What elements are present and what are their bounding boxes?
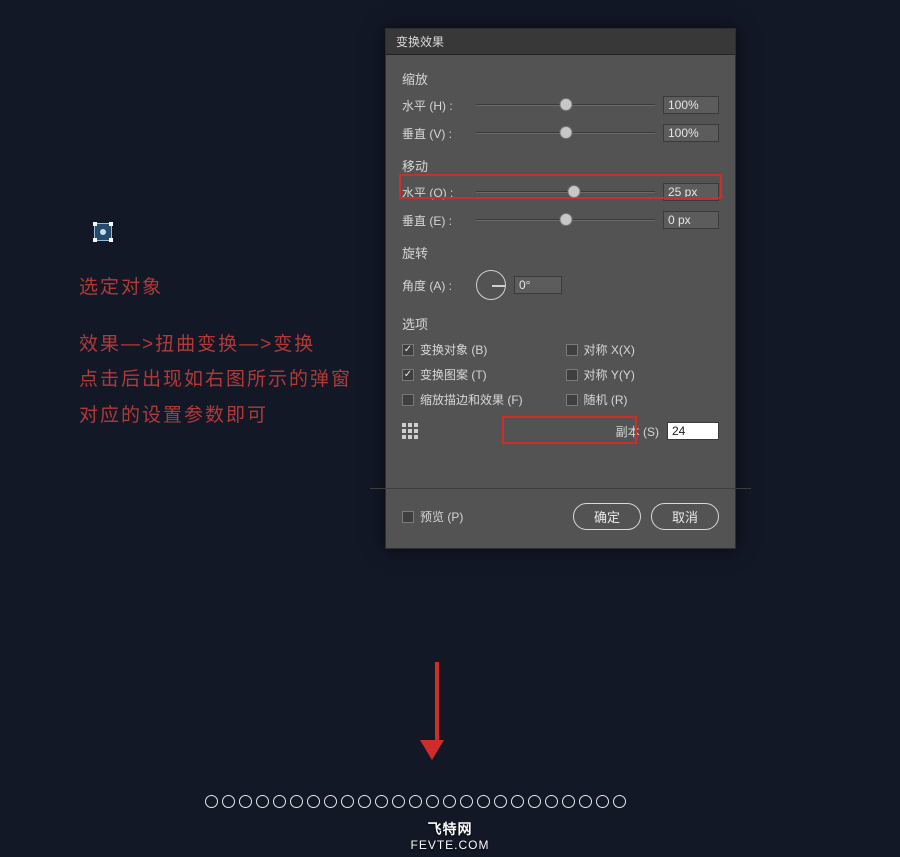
divider [370, 488, 751, 489]
annot-params: 对应的设置参数即可 [79, 400, 268, 427]
scale-h-input[interactable] [663, 96, 719, 114]
dialog-title: 变换效果 [386, 29, 735, 55]
scale-h-label: 水平 (H) : [402, 97, 468, 114]
opt-label: 缩放描边和效果 (F) [420, 391, 523, 408]
opt-mirror-x[interactable]: 对称 X(X) [566, 341, 720, 358]
opt-random[interactable]: 随机 (R) [566, 391, 720, 408]
scale-v-slider[interactable] [476, 125, 655, 141]
opt-transform-pattern[interactable]: ✓变换图案 (T) [402, 366, 556, 383]
opt-label: 变换对象 (B) [420, 341, 487, 358]
annot-select: 选定对象 [79, 272, 163, 299]
ok-button[interactable]: 确定 [573, 503, 641, 530]
scale-title: 缩放 [402, 69, 719, 88]
preview-label: 预览 (P) [420, 508, 463, 525]
opt-label: 随机 (R) [584, 391, 628, 408]
opt-mirror-y[interactable]: 对称 Y(Y) [566, 366, 720, 383]
options-section: 选项 ✓变换对象 (B) 对称 X(X) ✓变换图案 (T) 对称 Y(Y) 缩… [402, 314, 719, 440]
result-arrow-icon [430, 662, 444, 760]
site-name: 飞特网 [0, 819, 900, 839]
move-title: 移动 [402, 156, 719, 175]
anchor-square-icon [94, 223, 112, 241]
preview-checkbox[interactable]: 预览 (P) [402, 508, 463, 525]
scale-section: 缩放 水平 (H) : 垂直 (V) : [402, 69, 719, 142]
move-h-label: 水平 (O) : [402, 184, 468, 201]
opt-transform-object[interactable]: ✓变换对象 (B) [402, 341, 556, 358]
opt-label: 变换图案 (T) [420, 366, 487, 383]
move-h-slider[interactable] [476, 184, 655, 200]
move-v-label: 垂直 (E) : [402, 212, 468, 229]
opt-scale-strokes[interactable]: 缩放描边和效果 (F) [402, 391, 556, 408]
site-url: FEVTE.COM [0, 838, 900, 852]
rotate-title: 旋转 [402, 243, 719, 262]
cancel-button[interactable]: 取消 [651, 503, 719, 530]
annot-popup: 点击后出现如右图所示的弹窗 [79, 364, 352, 391]
angle-label: 角度 (A) : [402, 277, 468, 294]
move-v-input[interactable] [663, 211, 719, 229]
angle-dial[interactable] [476, 270, 506, 300]
opt-label: 对称 Y(Y) [584, 366, 635, 383]
scale-v-label: 垂直 (V) : [402, 125, 468, 142]
move-h-input[interactable] [663, 183, 719, 201]
angle-input[interactable] [514, 276, 562, 294]
move-v-slider[interactable] [476, 212, 655, 228]
rotate-section: 旋转 角度 (A) : [402, 243, 719, 300]
reference-point-icon[interactable] [402, 423, 418, 439]
options-title: 选项 [402, 314, 719, 333]
annot-path: 效果—>扭曲变换—>变换 [79, 329, 315, 356]
scale-v-input[interactable] [663, 124, 719, 142]
copies-input[interactable] [667, 422, 719, 440]
move-section: 移动 水平 (O) : 垂直 (E) : [402, 156, 719, 229]
result-dots [205, 795, 626, 808]
scale-h-slider[interactable] [476, 97, 655, 113]
copies-label: 副本 (S) [616, 423, 659, 440]
transform-effect-dialog: 变换效果 缩放 水平 (H) : 垂直 (V) : 移动 [385, 28, 736, 549]
opt-label: 对称 X(X) [584, 341, 635, 358]
